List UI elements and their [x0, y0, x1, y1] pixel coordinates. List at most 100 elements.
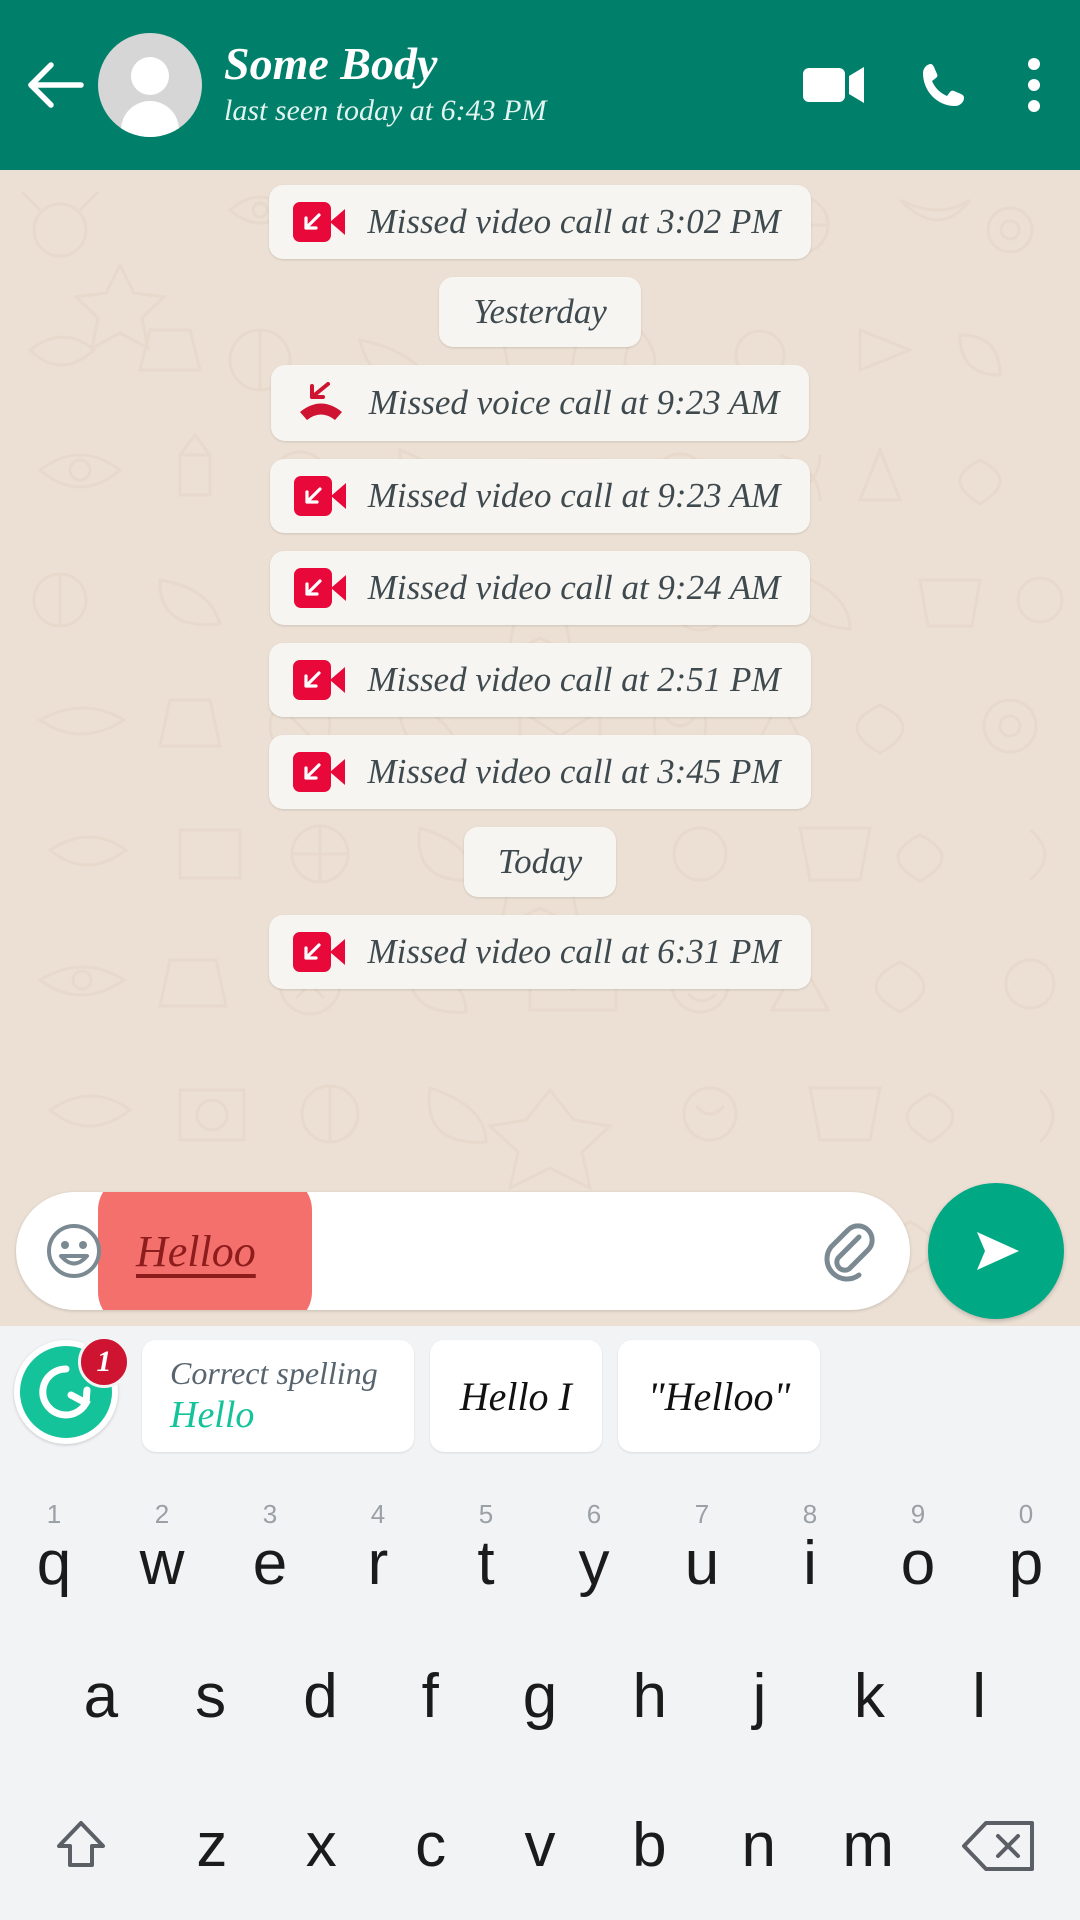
- more-vertical-icon[interactable]: [1020, 50, 1048, 120]
- key-x[interactable]: x: [267, 1771, 376, 1920]
- phone-icon[interactable]: [918, 60, 968, 110]
- key-letter: z: [196, 1810, 228, 1880]
- key-m[interactable]: m: [813, 1771, 922, 1920]
- avatar-body: [121, 101, 179, 137]
- key-letter: x: [305, 1810, 337, 1880]
- shift-arrow-icon[interactable]: [4, 1771, 157, 1920]
- list-item[interactable]: Missed video call at 3:45 PM: [0, 735, 1080, 809]
- call-log-text: Missed video call at 2:51 PM: [367, 660, 781, 699]
- key-letter: i: [803, 1529, 817, 1599]
- key-number-hint: 0: [1018, 1499, 1034, 1530]
- missed-call-bubble[interactable]: Missed video call at 6:31 PM: [269, 915, 811, 989]
- key-s[interactable]: s: [156, 1623, 266, 1772]
- key-y[interactable]: 6y: [540, 1474, 648, 1623]
- on-screen-keyboard: 1q 2w 3e 4r 5t 6y 7u 8i 9o 0p a s d f g …: [0, 1466, 1080, 1920]
- key-o[interactable]: 9o: [864, 1474, 972, 1623]
- avatar-head: [131, 57, 169, 95]
- key-t[interactable]: 5t: [432, 1474, 540, 1623]
- key-k[interactable]: k: [814, 1623, 924, 1772]
- key-letter: s: [195, 1662, 227, 1731]
- spelling-suggestion-card[interactable]: Correct spelling Hello: [142, 1340, 414, 1452]
- message-input-container[interactable]: Helloo: [16, 1192, 910, 1310]
- key-letter: o: [900, 1529, 936, 1599]
- key-letter: r: [367, 1529, 389, 1599]
- avatar[interactable]: [98, 33, 202, 137]
- key-u[interactable]: 7u: [648, 1474, 756, 1623]
- list-item: Today: [0, 827, 1080, 897]
- key-letter: j: [752, 1662, 767, 1731]
- key-number-hint: 5: [478, 1499, 494, 1530]
- missed-call-bubble[interactable]: Missed voice call at 9:23 AM: [270, 365, 810, 441]
- key-g[interactable]: g: [485, 1623, 595, 1772]
- contact-info[interactable]: Some Body last seen today at 6:43 PM: [224, 39, 802, 130]
- send-arrow-icon[interactable]: [928, 1183, 1064, 1319]
- key-a[interactable]: a: [46, 1623, 156, 1772]
- key-f[interactable]: f: [375, 1623, 485, 1772]
- smiley-face-icon[interactable]: [42, 1219, 106, 1283]
- spelling-error-highlight[interactable]: Helloo: [98, 1192, 312, 1310]
- key-q[interactable]: 1q: [0, 1474, 108, 1623]
- chat-message-list[interactable]: 42: [0, 170, 1080, 1326]
- key-h[interactable]: h: [595, 1623, 705, 1772]
- key-d[interactable]: d: [266, 1623, 376, 1772]
- key-letter: q: [36, 1529, 72, 1599]
- key-number-hint: 2: [154, 1499, 170, 1530]
- missed-call-bubble[interactable]: Missed video call at 3:45 PM: [269, 735, 811, 809]
- key-letter: c: [415, 1810, 447, 1880]
- key-p[interactable]: 0p: [972, 1474, 1080, 1623]
- key-j[interactable]: j: [705, 1623, 815, 1772]
- missed-video-call-icon: [293, 932, 346, 972]
- video-camera-icon[interactable]: [802, 63, 866, 107]
- key-e[interactable]: 3e: [216, 1474, 324, 1623]
- key-r[interactable]: 4r: [324, 1474, 432, 1623]
- missed-call-bubble[interactable]: Missed video call at 3:02 PM: [269, 185, 811, 259]
- paperclip-icon[interactable]: [812, 1216, 882, 1286]
- call-log-text: Missed voice call at 9:23 AM: [368, 383, 780, 422]
- key-c[interactable]: c: [376, 1771, 485, 1920]
- key-letter: k: [853, 1662, 885, 1731]
- back-arrow-icon[interactable]: [18, 48, 92, 122]
- call-log-text: Missed video call at 3:02 PM: [367, 202, 781, 241]
- key-l[interactable]: l: [924, 1623, 1034, 1772]
- key-number-hint: 1: [46, 1499, 62, 1530]
- missed-video-call-icon: [293, 568, 346, 608]
- key-letter: e: [252, 1529, 288, 1599]
- key-z[interactable]: z: [157, 1771, 266, 1920]
- prediction-chip-label: "Helloo": [647, 1373, 791, 1419]
- missed-call-bubble[interactable]: Missed video call at 9:23 AM: [269, 459, 811, 533]
- key-n[interactable]: n: [704, 1771, 813, 1920]
- backspace-icon[interactable]: [923, 1771, 1076, 1920]
- list-item[interactable]: Missed video call at 9:24 AM: [0, 551, 1080, 625]
- missed-video-call-icon: [293, 660, 346, 700]
- list-item[interactable]: Missed video call at 6:31 PM: [0, 915, 1080, 989]
- prediction-chip-label: Hello I: [459, 1373, 572, 1419]
- chat-entries: Missed video call at 3:02 PM Yesterday M…: [0, 170, 1080, 1326]
- key-letter: t: [477, 1529, 495, 1599]
- key-letter: y: [578, 1529, 610, 1599]
- missed-call-bubble[interactable]: Missed video call at 9:24 AM: [269, 551, 811, 625]
- list-item[interactable]: Missed video call at 2:51 PM: [0, 643, 1080, 717]
- contact-status: last seen today at 6:43 PM: [224, 94, 547, 128]
- message-input-bar: Helloo: [0, 1176, 1080, 1326]
- key-b[interactable]: b: [595, 1771, 704, 1920]
- grammarly-logo-icon[interactable]: 1: [14, 1336, 130, 1452]
- key-number-hint: 9: [910, 1499, 926, 1530]
- key-number-hint: 8: [802, 1499, 818, 1530]
- grammarly-suggestion-bar: 1 Correct spelling Hello Hello I "Helloo…: [0, 1326, 1080, 1466]
- keyboard-row-3: z x c v b n m: [0, 1771, 1080, 1920]
- spelling-card-value: Hello: [170, 1394, 255, 1437]
- message-text-area[interactable]: Helloo: [98, 1192, 812, 1310]
- prediction-chip[interactable]: Hello I: [429, 1340, 602, 1452]
- key-i[interactable]: 8i: [756, 1474, 864, 1623]
- missed-video-call-icon: [293, 202, 346, 242]
- list-item[interactable]: Missed voice call at 9:23 AM: [0, 365, 1080, 441]
- key-number-hint: 4: [370, 1499, 386, 1530]
- missed-video-call-icon: [293, 476, 346, 516]
- key-letter: p: [1008, 1529, 1044, 1599]
- key-v[interactable]: v: [485, 1771, 594, 1920]
- key-w[interactable]: 2w: [108, 1474, 216, 1623]
- list-item[interactable]: Missed video call at 3:02 PM: [0, 185, 1080, 259]
- prediction-chip[interactable]: "Helloo": [617, 1340, 821, 1452]
- missed-call-bubble[interactable]: Missed video call at 2:51 PM: [269, 643, 811, 717]
- list-item[interactable]: Missed video call at 9:23 AM: [0, 459, 1080, 533]
